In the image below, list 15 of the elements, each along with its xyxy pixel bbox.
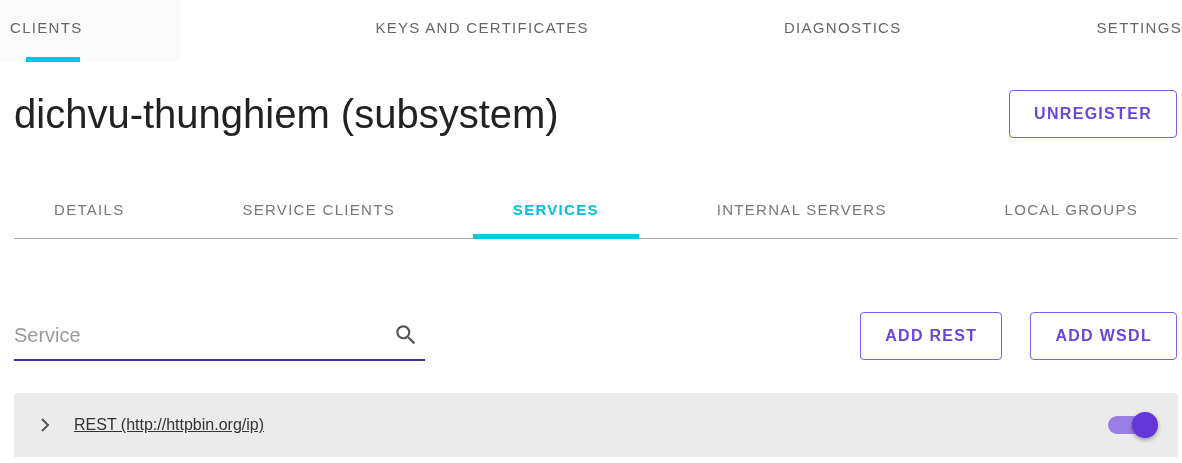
nav-tab[interactable]: SETTINGS	[1096, 0, 1182, 62]
unregister-button[interactable]: UNREGISTER	[1009, 90, 1177, 138]
tab[interactable]: LOCAL GROUPS	[964, 180, 1178, 238]
nav-tab[interactable]: DIAGNOSTICS	[783, 0, 902, 62]
service-link[interactable]: REST (http://httpbin.org/ip)	[74, 416, 264, 434]
add-button[interactable]: ADD REST	[860, 312, 1003, 360]
tab[interactable]: DETAILS	[14, 180, 165, 238]
add-button[interactable]: ADD WSDL	[1030, 312, 1177, 360]
tab[interactable]: INTERNAL SERVERS	[676, 180, 927, 238]
page-title: dichvu-thunghiem (subsystem)	[14, 91, 559, 137]
toggle-switch[interactable]	[1106, 412, 1158, 438]
tab[interactable]: SERVICE CLIENTS	[202, 180, 435, 238]
nav-tab[interactable]: KEYS AND CERTIFICATES	[375, 0, 589, 62]
chevron-icon[interactable]	[38, 416, 52, 434]
nav-tab[interactable]: CLIENTS	[0, 0, 181, 62]
